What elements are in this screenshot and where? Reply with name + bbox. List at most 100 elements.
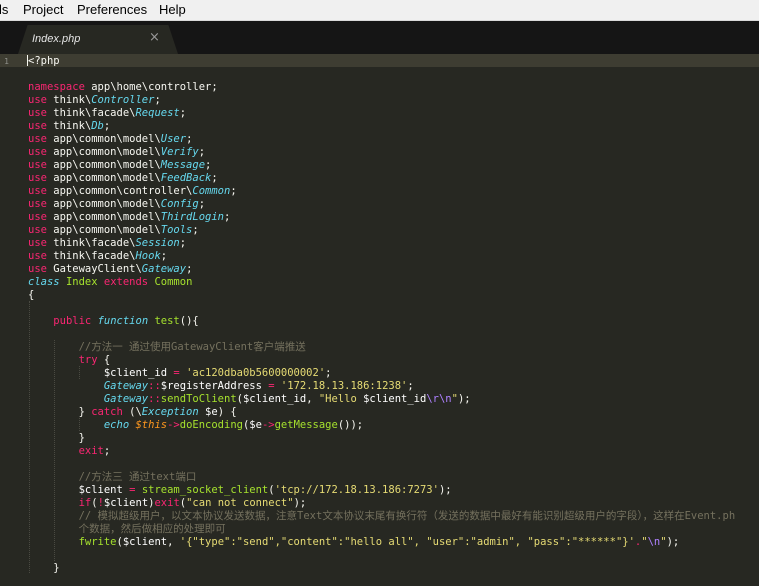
code-token: try: [78, 354, 98, 366]
menu-item-project[interactable]: Project: [23, 2, 63, 17]
code-token: getMessage: [274, 419, 338, 431]
code-line: use app\common\model\Message;: [28, 159, 211, 172]
code-token: ;: [154, 94, 161, 106]
code-line: use app\common\model\FeedBack;: [28, 172, 218, 185]
code-token: extends: [103, 276, 149, 288]
line-number: 1: [4, 57, 9, 66]
code-token: "can not connect": [186, 497, 294, 509]
code-line: <?php: [28, 55, 60, 68]
code-line: Gateway::sendToClient($client_id, "Hello…: [28, 393, 471, 406]
code-token: app\common\model\: [46, 224, 161, 236]
code-token: );: [666, 536, 680, 548]
code-token: <?php: [28, 55, 60, 67]
code-token: {: [28, 289, 35, 301]
code-token: ;: [211, 172, 218, 184]
close-icon[interactable]: ×: [149, 30, 160, 45]
code-token: //方法一 通过使用GatewayClient客户端推送: [78, 341, 306, 353]
code-token: ;: [160, 250, 168, 262]
code-token: app\common\model\: [46, 211, 161, 223]
code-token: app\common\controller\: [46, 185, 193, 197]
code-token: namespace: [28, 81, 85, 93]
code-token: $this: [135, 419, 168, 431]
code-token: );: [457, 393, 471, 405]
code-line: 个数据，然后做相应的处理即可: [28, 523, 226, 536]
code-token: public: [53, 315, 92, 327]
code-token: ThirdLogin: [160, 211, 224, 223]
code-token: use: [28, 159, 47, 171]
code-line: if(!$client)exit("can not connect");: [28, 497, 307, 510]
code-token: app\common\model\: [46, 198, 161, 210]
tab-index-php[interactable]: Index.php ×: [18, 25, 178, 54]
code-token: ;: [223, 211, 231, 223]
code-token: }: [28, 406, 92, 418]
code-token: }: [28, 432, 85, 444]
menu-item-tools[interactable]: ls: [0, 2, 8, 17]
code-line: }: [28, 562, 60, 575]
code-line: use app\common\model\Tools;: [28, 224, 199, 237]
code-token: Session: [135, 237, 180, 249]
code-token: ;: [103, 120, 111, 132]
code-token: use: [28, 94, 47, 106]
code-token: Gateway: [141, 263, 187, 275]
code-token: Request: [135, 107, 180, 119]
code-token: echo: [103, 419, 130, 431]
code-token: ::: [148, 380, 161, 392]
code-line: $client = stream_socket_client('tcp://17…: [28, 484, 452, 497]
code-token: $e: [249, 419, 262, 431]
code-line: exit;: [28, 445, 111, 458]
code-token: //方法三 通过text端口: [78, 471, 197, 483]
code-token: exit: [78, 445, 104, 457]
code-token: Verify: [160, 146, 199, 158]
code-token: $e: [205, 406, 218, 418]
code-token: Common: [154, 276, 193, 288]
code-token: ;: [230, 185, 237, 197]
menu-item-help[interactable]: Help: [159, 2, 186, 17]
code-token: ;: [407, 380, 414, 392]
code-token: \n: [647, 536, 661, 548]
code-token: $client: [78, 484, 123, 496]
code-editor[interactable]: 1 <?php namespace app\home\controller; use…: [0, 54, 759, 586]
menu-item-preferences[interactable]: Preferences: [77, 2, 147, 17]
code-token: ,: [306, 393, 319, 405]
code-token: app\common\model\: [46, 146, 161, 158]
code-line: use app\common\model\Verify;: [28, 146, 205, 159]
code-line: } catch (\Exception $e) {: [28, 406, 237, 419]
code-line: //方法一 通过使用GatewayClient客户端推送: [28, 341, 306, 354]
code-token: Controller: [91, 94, 155, 106]
code-token: 个数据，然后做相应的处理即可: [78, 523, 226, 535]
code-token: Common: [192, 185, 231, 197]
code-token: ;: [198, 198, 206, 210]
code-token: ::: [148, 393, 161, 405]
code-line: use app\common\model\Config;: [28, 198, 205, 211]
tab-title: Index.php: [32, 33, 81, 45]
code-token: // 模拟超级用户，以文本协议发送数据，注意Text文本协议末尾有换行符（发送的…: [78, 510, 736, 522]
code-token: catch: [91, 406, 123, 418]
code-line: fwrite($client, '{"type":"send","content…: [28, 536, 680, 549]
code-token: think\facade\: [46, 107, 136, 119]
code-token: GatewayClient\: [46, 263, 142, 275]
code-token: Gateway: [103, 393, 149, 405]
code-token: test: [154, 315, 180, 327]
code-line: use think\facade\Session;: [28, 237, 186, 250]
code-token: use: [28, 211, 47, 223]
code-token: use: [28, 198, 47, 210]
code-token: ;: [179, 107, 187, 119]
code-line: use GatewayClient\Gateway;: [28, 263, 192, 276]
code-token: Config: [160, 198, 199, 210]
code-line: use think\Db;: [28, 120, 110, 133]
code-token: $registerAddress: [160, 380, 262, 392]
code-token: }: [28, 562, 60, 574]
code-line: use think\facade\Request;: [28, 107, 186, 120]
code-token: Hook: [135, 250, 161, 262]
code-token: ;: [186, 133, 193, 145]
code-token: ->: [167, 419, 180, 431]
